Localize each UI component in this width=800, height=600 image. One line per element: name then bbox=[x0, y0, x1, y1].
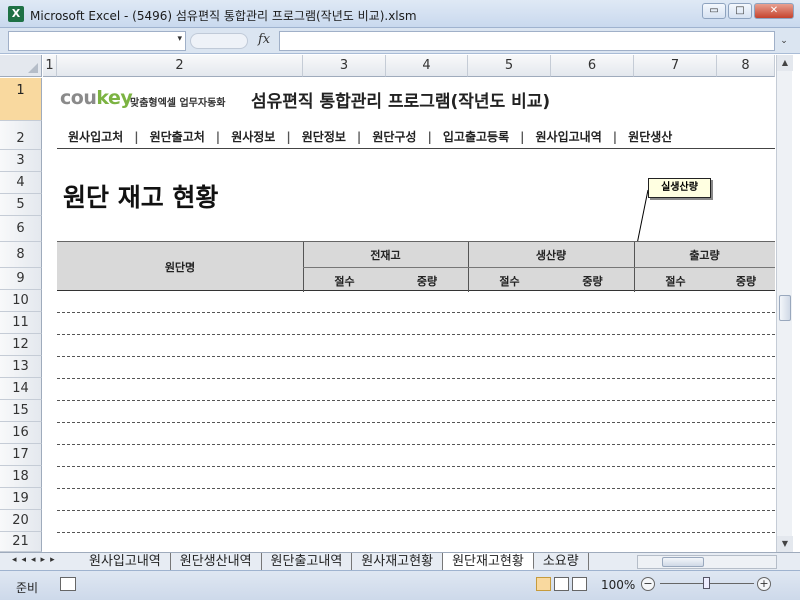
row-header[interactable]: 3 bbox=[0, 150, 42, 172]
row-header[interactable]: 14 bbox=[0, 378, 42, 400]
sub-header-weight[interactable]: 중량 bbox=[717, 273, 775, 289]
formula-input[interactable] bbox=[279, 31, 775, 51]
maximize-button[interactable]: □ bbox=[728, 3, 752, 19]
horizontal-scrollbar[interactable] bbox=[637, 555, 777, 569]
formula-divider[interactable] bbox=[190, 33, 248, 49]
zoom-in-icon[interactable]: + bbox=[757, 577, 771, 591]
expand-formula-icon[interactable]: ⌄ bbox=[776, 31, 792, 51]
row-header[interactable]: 13 bbox=[0, 356, 42, 378]
sub-header-count[interactable]: 절수 bbox=[468, 273, 551, 289]
column-header[interactable]: 1 bbox=[43, 55, 57, 77]
column-header[interactable]: 6 bbox=[551, 55, 634, 77]
row-header[interactable]: 6 bbox=[0, 216, 42, 242]
table-row[interactable] bbox=[57, 466, 775, 467]
tab-fabric-production[interactable]: 원단생산내역 bbox=[170, 553, 262, 570]
tab-yarn-stock[interactable]: 원사재고현황 bbox=[352, 553, 444, 570]
title-bar: X Microsoft Excel - (5496) 섬유편직 통합관리 프로그… bbox=[0, 0, 800, 28]
status-ready: 준비 bbox=[16, 581, 39, 595]
table-header: 원단명 전재고 생산량 출고량 절수 중량 절수 중량 절수 중량 bbox=[57, 241, 775, 292]
vertical-scrollbar[interactable]: ▲ ▼ bbox=[776, 55, 793, 552]
page-break-view-icon[interactable] bbox=[572, 577, 587, 591]
normal-view-icon[interactable] bbox=[536, 577, 551, 591]
zoom-out-icon[interactable]: − bbox=[641, 577, 655, 591]
column-header[interactable]: 2 bbox=[57, 55, 303, 77]
column-header[interactable]: 8 bbox=[717, 55, 775, 77]
column-header[interactable]: 5 bbox=[468, 55, 551, 77]
row-header[interactable]: 4 bbox=[0, 172, 42, 194]
row-header[interactable]: 1 bbox=[0, 78, 42, 121]
row-header[interactable]: 20 bbox=[0, 510, 42, 532]
window-controls: ▭ □ ✕ bbox=[702, 3, 794, 19]
macro-record-icon[interactable] bbox=[60, 577, 76, 591]
minimize-button[interactable]: ▭ bbox=[702, 3, 726, 19]
column-header[interactable]: 7 bbox=[634, 55, 717, 77]
cell-comment[interactable]: 실생산량 bbox=[648, 178, 711, 198]
formula-bar: ▾ fx ⌄ bbox=[0, 28, 800, 54]
tab-fabric-stock[interactable]: 원단재고현황 bbox=[443, 553, 534, 570]
table-row[interactable] bbox=[57, 378, 775, 379]
window-title: Microsoft Excel - (5496) 섬유편직 통합관리 프로그램(… bbox=[30, 9, 417, 23]
table-row[interactable] bbox=[57, 334, 775, 335]
row-header[interactable]: 19 bbox=[0, 488, 42, 510]
table-row[interactable] bbox=[57, 532, 775, 533]
status-bar: 준비 100% − + bbox=[0, 570, 800, 600]
table-row[interactable] bbox=[57, 422, 775, 423]
name-box[interactable]: ▾ bbox=[8, 31, 186, 51]
select-all-icon bbox=[28, 63, 38, 73]
sub-header-count[interactable]: 절수 bbox=[303, 273, 386, 289]
table-row[interactable] bbox=[57, 444, 775, 445]
sheet-tabs: 원사입고내역 원단생산내역 원단출고내역 원사재고현황 원단재고현황 소요량 bbox=[80, 553, 589, 570]
row-header[interactable]: 9 bbox=[0, 268, 42, 290]
zoom-level[interactable]: 100% bbox=[601, 578, 635, 592]
worksheet[interactable]: coukey 맞춤형엑셀 업무자동화 섬유편직 통합관리 프로그램(작년도 비교… bbox=[43, 78, 775, 552]
header-divider bbox=[303, 267, 775, 268]
tab-yarn-receipt[interactable]: 원사입고내역 bbox=[80, 553, 171, 570]
scroll-up-icon[interactable]: ▲ bbox=[777, 55, 793, 71]
page-layout-view-icon[interactable] bbox=[554, 577, 569, 591]
tab-requirement[interactable]: 소요량 bbox=[533, 553, 589, 570]
header-shipment[interactable]: 출고량 bbox=[634, 247, 775, 263]
table-row[interactable] bbox=[57, 488, 775, 489]
scroll-down-icon[interactable]: ▼ bbox=[777, 536, 793, 552]
row-header[interactable]: 10 bbox=[0, 290, 42, 312]
header-fabric-name[interactable]: 원단명 bbox=[57, 259, 303, 275]
column-header[interactable]: 4 bbox=[386, 55, 468, 77]
close-button[interactable]: ✕ bbox=[754, 3, 794, 19]
sub-header-weight[interactable]: 중량 bbox=[386, 273, 468, 289]
tab-fabric-shipping[interactable]: 원단출고내역 bbox=[261, 553, 353, 570]
insert-function-icon[interactable]: fx bbox=[258, 32, 270, 47]
vertical-scroll-thumb[interactable] bbox=[779, 295, 791, 321]
table-row[interactable] bbox=[57, 312, 775, 313]
column-header[interactable]: 3 bbox=[303, 55, 386, 77]
horizontal-scroll-thumb[interactable] bbox=[662, 557, 704, 567]
header-prev-stock[interactable]: 전재고 bbox=[303, 247, 468, 263]
row-header[interactable]: 11 bbox=[0, 312, 42, 334]
row-header[interactable]: 12 bbox=[0, 334, 42, 356]
row-header[interactable]: 18 bbox=[0, 466, 42, 488]
view-buttons bbox=[536, 577, 587, 591]
zoom-slider-handle[interactable] bbox=[703, 577, 710, 589]
row-header[interactable]: 16 bbox=[0, 422, 42, 444]
row-header[interactable]: 8 bbox=[0, 242, 42, 268]
header-production[interactable]: 생산량 bbox=[468, 247, 634, 263]
tab-scroll-icon[interactable]: ◂◂◂▸▸ bbox=[12, 555, 60, 565]
row-header[interactable]: 17 bbox=[0, 444, 42, 466]
excel-app-icon[interactable]: X bbox=[8, 6, 24, 22]
row-header[interactable]: 2 bbox=[0, 121, 42, 150]
row-header[interactable]: 21 bbox=[0, 532, 42, 552]
sheet-tab-bar: ◂◂◂▸▸ 원사입고내역 원단생산내역 원단출고내역 원사재고현황 원단재고현황… bbox=[0, 552, 800, 570]
table-row[interactable] bbox=[57, 400, 775, 401]
chevron-down-icon[interactable]: ▾ bbox=[177, 34, 182, 44]
table-row[interactable] bbox=[57, 510, 775, 511]
select-all-corner[interactable] bbox=[0, 55, 42, 77]
sub-header-weight[interactable]: 중량 bbox=[551, 273, 634, 289]
row-header[interactable]: 5 bbox=[0, 194, 42, 216]
sub-header-count[interactable]: 절수 bbox=[634, 273, 717, 289]
row-header[interactable]: 15 bbox=[0, 400, 42, 422]
table-row[interactable] bbox=[57, 356, 775, 357]
